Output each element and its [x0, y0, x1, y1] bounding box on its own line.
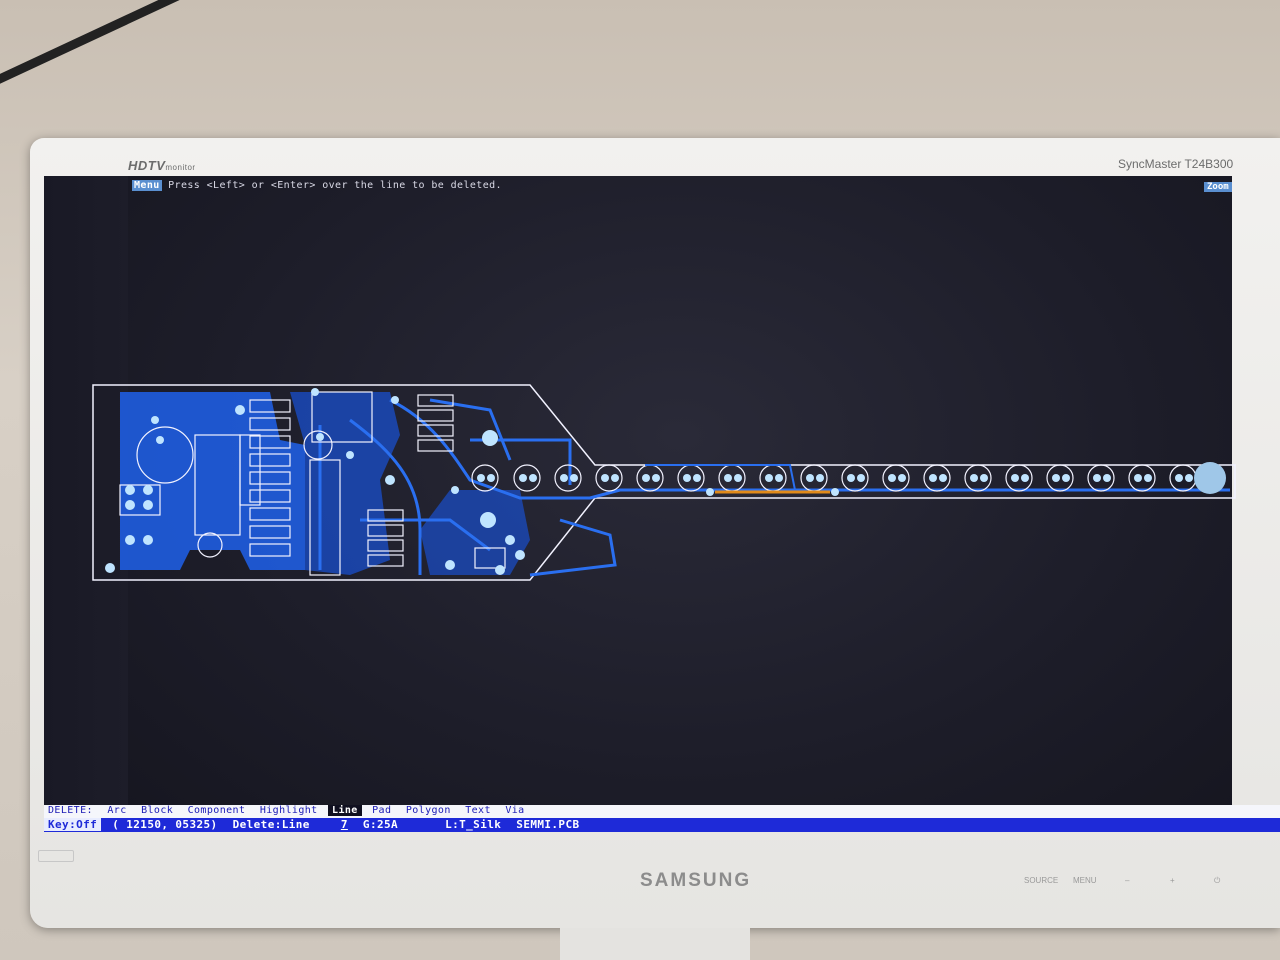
delete-item-block[interactable]: Block: [137, 805, 177, 816]
delete-item-arc[interactable]: Arc: [103, 805, 130, 816]
prompt-text: Press <Left> or <Enter> over the line to…: [168, 180, 502, 191]
cable: [0, 0, 202, 88]
delete-item-component[interactable]: Component: [184, 805, 250, 816]
menu-hw-button[interactable]: MENU: [1073, 876, 1097, 885]
pcb-board[interactable]: [90, 380, 1240, 590]
monitor-stand: [560, 928, 750, 960]
plus-button[interactable]: +: [1170, 876, 1175, 885]
top-bar: Menu Press <Left> or <Enter> over the li…: [132, 180, 502, 192]
grid-status[interactable]: G:25A: [359, 818, 402, 831]
power-icon[interactable]: ⏻: [1214, 876, 1220, 886]
status-bar: Key:Off ( 12150, 05325) Delete:Line 7 G:…: [44, 818, 1280, 832]
file-name: SEMMI.PCB: [516, 818, 580, 831]
layer-status[interactable]: L:T_Silk: [409, 818, 505, 831]
key-status[interactable]: Key:Off: [44, 818, 102, 831]
samsung-logo: SAMSUNG: [640, 870, 752, 891]
delete-item-pad[interactable]: Pad: [368, 805, 395, 816]
cursor-coords: ( 12150, 05325): [112, 818, 218, 831]
delete-item-text[interactable]: Text: [461, 805, 495, 816]
minus-button[interactable]: –: [1125, 876, 1129, 885]
hdtv-logo: HDTVmonitor: [128, 158, 196, 173]
mode-status: Delete:Line: [232, 818, 310, 831]
source-button[interactable]: SOURCE: [1024, 876, 1058, 885]
delete-item-line[interactable]: Line: [328, 805, 362, 816]
delete-item-polygon[interactable]: Polygon: [402, 805, 455, 816]
delete-menu-title: DELETE:: [48, 805, 93, 816]
zoom-button[interactable]: Zoom: [1204, 182, 1232, 192]
delete-menu-bar: DELETE: Arc Block Component Highlight Li…: [44, 805, 1280, 818]
model-label: SyncMaster T24B300: [1118, 157, 1234, 171]
delete-item-highlight[interactable]: Highlight: [256, 805, 322, 816]
power-led: [38, 850, 74, 862]
delete-item-via[interactable]: Via: [501, 805, 528, 816]
grid-number: 7: [340, 818, 348, 831]
menu-button[interactable]: Menu: [132, 180, 162, 191]
